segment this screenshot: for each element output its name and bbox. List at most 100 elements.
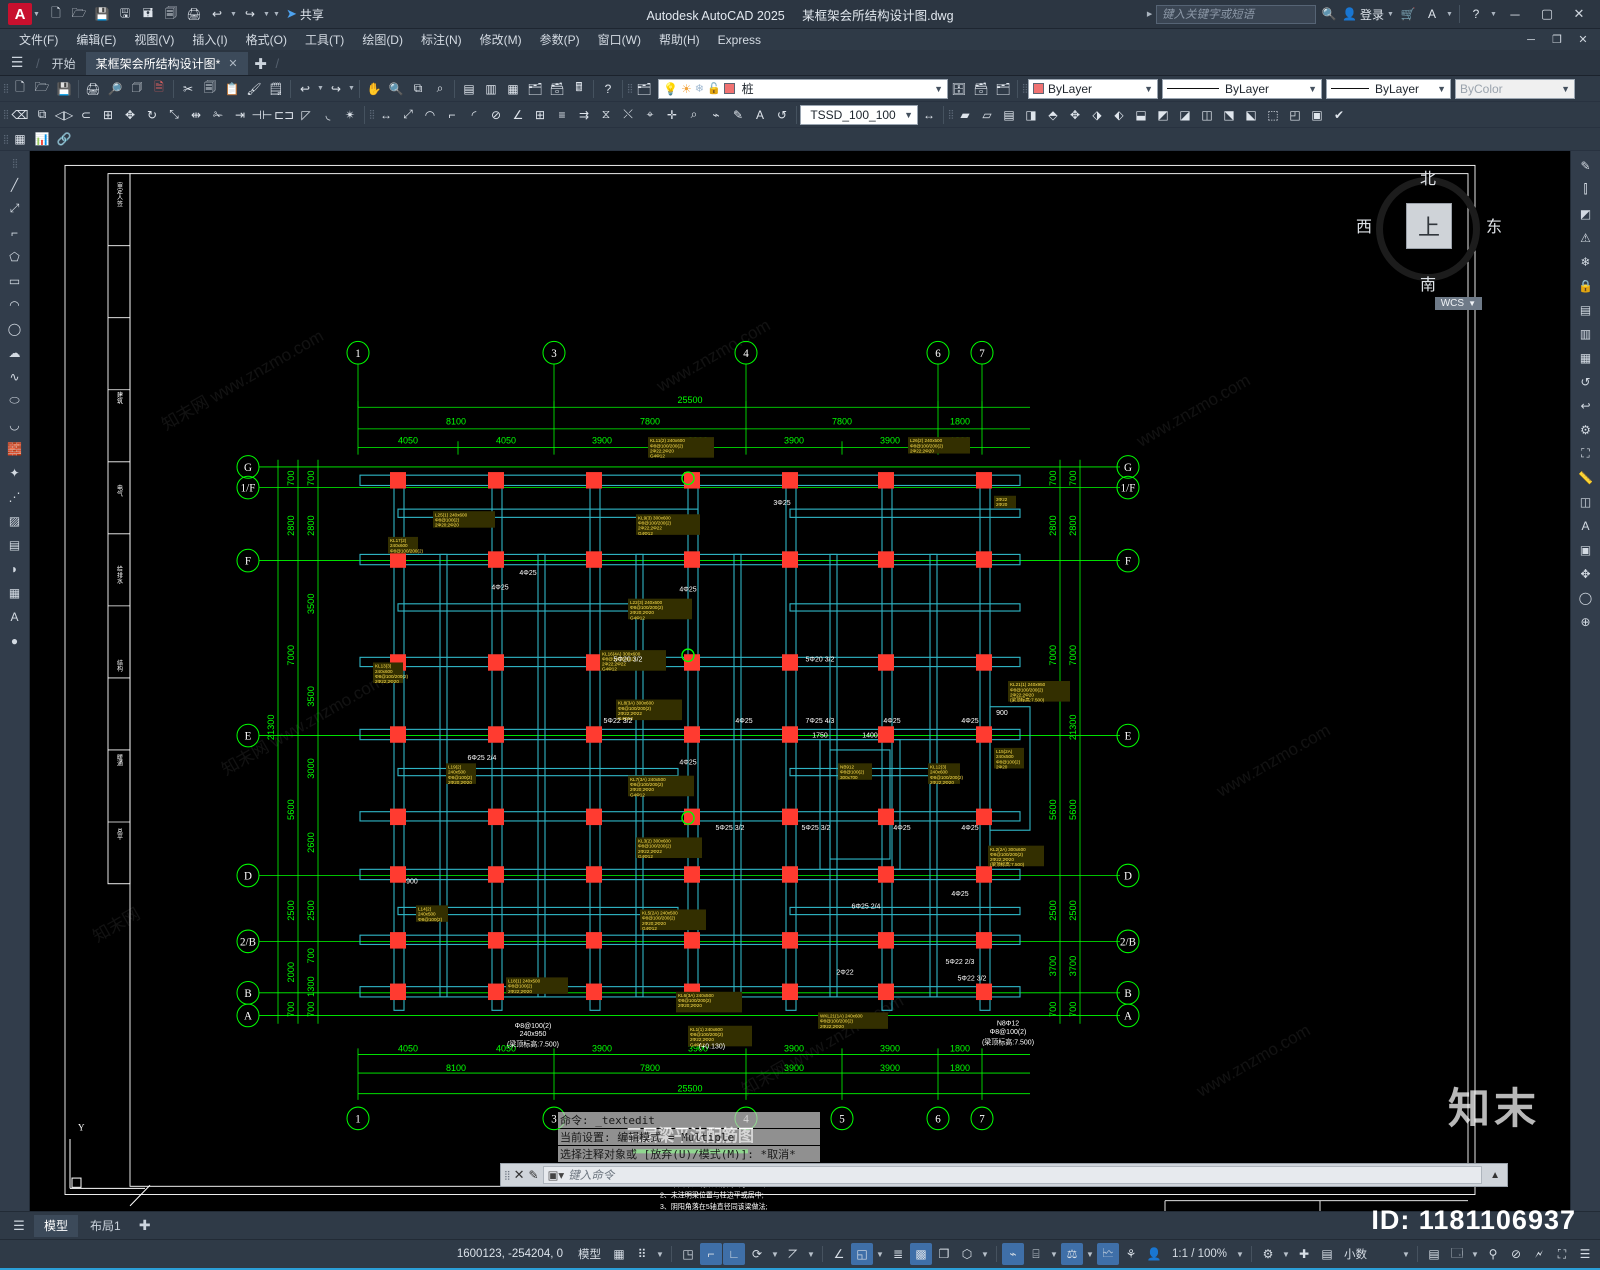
stretch-icon[interactable]: ⇹ — [185, 104, 207, 126]
polygon-icon[interactable]: ⬠ — [3, 245, 27, 268]
ucs-selector[interactable]: WCS ▼ — [1434, 297, 1482, 310]
3dosnap-dropdown-icon[interactable]: ▼ — [979, 1243, 991, 1265]
box-icon[interactable]: ▰ — [954, 104, 976, 126]
union-icon[interactable]: ▱ — [976, 104, 998, 126]
dim-ordinate-icon[interactable]: ⌐ — [441, 104, 463, 126]
markup-icon[interactable]: 🗃 — [546, 78, 568, 100]
ucs-dropdown-icon[interactable]: ▼ — [874, 1243, 886, 1265]
extend-icon[interactable]: ⇥ — [229, 104, 251, 126]
selection-cycling-toggle[interactable]: ❐ — [933, 1243, 955, 1265]
redo-icon[interactable]: ↪ — [239, 3, 261, 25]
compass-south-label[interactable]: 南 — [1420, 271, 1436, 295]
plot-icon[interactable]: 🖨 — [82, 78, 104, 100]
trim-icon[interactable]: ✁ — [207, 104, 229, 126]
offset-icon[interactable]: ⊂ — [75, 104, 97, 126]
compass-north-label[interactable]: 北 — [1420, 165, 1436, 189]
match-properties-icon[interactable]: 🖌 — [243, 78, 265, 100]
table-icon[interactable]: ▦ — [3, 581, 27, 604]
hardware-accel-icon[interactable]: 🗲 — [1528, 1243, 1550, 1265]
calculator-icon[interactable]: 🖩 — [568, 78, 590, 100]
undo-icon[interactable]: ↩ — [294, 78, 316, 100]
layer-match-icon[interactable]: ↺ — [1574, 370, 1598, 393]
scale-dropdown-icon[interactable]: ▼ — [1234, 1243, 1246, 1265]
menu-window[interactable]: 窗口(W) — [589, 31, 650, 48]
explode-icon[interactable]: ✴ — [339, 104, 361, 126]
layer-color-swatch[interactable] — [723, 83, 735, 94]
lock-ui-icon[interactable]: 🗔 — [1446, 1243, 1468, 1265]
slice-icon[interactable]: ◩ — [1152, 104, 1174, 126]
cut-icon[interactable]: ✂ — [177, 78, 199, 100]
dim-break-icon[interactable]: ⤬ — [617, 104, 639, 126]
inspect-icon[interactable]: ⌕ — [683, 104, 705, 126]
layer-state-icon[interactable]: 🗃 — [970, 78, 992, 100]
dynamic-input-toggle[interactable]: ⌁ — [1002, 1243, 1025, 1265]
plot-preview-icon[interactable]: 🔎 — [104, 78, 126, 100]
tab-model[interactable]: 模型 — [34, 1214, 79, 1237]
menu-view[interactable]: 视图(V) — [125, 31, 183, 48]
toolbar-grip-3[interactable]: ⣿ — [2, 130, 10, 148]
autoscale-dropdown-icon[interactable]: ▼ — [1084, 1243, 1096, 1265]
draw-toolbar-grip[interactable]: ⣿ — [11, 154, 19, 172]
status-menu-icon[interactable]: ☰ — [1574, 1243, 1596, 1265]
express-tools-icon[interactable]: ◫ — [1574, 490, 1598, 513]
join-icon[interactable]: ⊏⊐ — [273, 104, 295, 126]
line-icon[interactable]: ╱ — [3, 173, 27, 196]
customization-icon[interactable]: ✚ — [1293, 1243, 1315, 1265]
units-dropdown-icon[interactable]: ▼ — [1400, 1243, 1412, 1265]
logo-dropdown-icon[interactable]: ▼ — [32, 11, 41, 18]
lineweight-display-toggle[interactable]: ≣ — [887, 1243, 909, 1265]
dim-toolbar-grip[interactable]: ⣿ — [368, 106, 376, 124]
copy-object-icon[interactable]: ⧉ — [31, 104, 53, 126]
dim-space-icon[interactable]: ⧖ — [595, 104, 617, 126]
erase-icon[interactable]: ⌫ — [9, 104, 31, 126]
share-button[interactable]: ➤ 共享 — [286, 6, 324, 23]
layer-isolate-icon[interactable]: ◩ — [1574, 202, 1598, 225]
tab-layout1[interactable]: 布局1 — [80, 1215, 131, 1237]
dim-arclength-icon[interactable]: ◠ — [419, 104, 441, 126]
dim-baseline-icon[interactable]: ≡ — [551, 104, 573, 126]
insert-block-icon[interactable]: 🧱 — [3, 437, 27, 460]
solids-toolbar-grip[interactable]: ⣿ — [947, 106, 955, 124]
customize-icon[interactable]: ✎ — [529, 1168, 539, 1182]
layer-merge-icon[interactable]: ▤ — [1574, 298, 1598, 321]
window-minimize-button[interactable]: ─ — [1500, 1, 1530, 28]
polyline-icon[interactable]: ⌐ — [3, 221, 27, 244]
open-cloud-icon[interactable]: 🗐 — [160, 3, 182, 25]
dim-quick-icon[interactable]: ⊞ — [529, 104, 551, 126]
3darray-icon[interactable]: ▣ — [1306, 104, 1328, 126]
new-tab-icon[interactable]: ✚ — [248, 52, 274, 75]
units-selector[interactable]: 小数 — [1339, 1243, 1399, 1265]
linetype-control[interactable]: ByLayer ▼ — [1162, 78, 1322, 99]
window-maximize-button[interactable]: ▢ — [1532, 1, 1562, 28]
3dmove-icon[interactable]: ⬕ — [1240, 104, 1262, 126]
jogged-linear-icon[interactable]: ⌁ — [705, 104, 727, 126]
menu-tools[interactable]: 工具(T) — [296, 31, 353, 48]
help-icon[interactable]: ? — [1465, 3, 1487, 25]
graphics-performance-icon[interactable]: ⊘ — [1505, 1243, 1527, 1265]
layer-lock-icon[interactable]: 🔒 — [1574, 274, 1598, 297]
layer-thaw-icon[interactable]: ☀ — [681, 82, 692, 96]
open-icon[interactable]: 🗁 — [31, 78, 53, 100]
search-icon[interactable]: 🔍 — [1318, 3, 1340, 25]
menu-dimension[interactable]: 标注(N) — [412, 31, 471, 48]
scale-icon[interactable]: ⤡ — [163, 104, 185, 126]
chevron-down-icon[interactable]: ▼ — [1437, 84, 1446, 94]
grid-toggle[interactable]: ▦ — [608, 1243, 630, 1265]
chevron-down-icon[interactable]: ▼ — [904, 110, 913, 120]
dim-edit-icon[interactable]: ✎ — [727, 104, 749, 126]
isolate-objects-icon[interactable]: ⚲ — [1482, 1243, 1504, 1265]
properties-icon[interactable]: ▤ — [458, 78, 480, 100]
gradient-icon[interactable]: ▤ — [3, 533, 27, 556]
fillet-icon[interactable]: ◟ — [317, 104, 339, 126]
redo-icon[interactable]: ↪ — [325, 78, 347, 100]
coordinates-display[interactable]: 1600123, -254204, 0 — [449, 1248, 571, 1260]
undo-dropdown-icon[interactable]: ▼ — [229, 11, 238, 18]
help-dropdown-icon[interactable]: ▼ — [1489, 11, 1498, 18]
doc-minimize-button[interactable]: ─ — [1518, 30, 1544, 50]
3drotate-icon[interactable]: ⬚ — [1262, 104, 1284, 126]
3dcheck-icon[interactable]: ✔ — [1328, 104, 1350, 126]
transparency-display-toggle[interactable]: ▩ — [910, 1243, 933, 1265]
presspull-icon[interactable]: ✥ — [1064, 104, 1086, 126]
layer-make-current-icon[interactable]: 🗂 — [992, 78, 1014, 100]
copy-icon[interactable]: 🗐 — [199, 78, 221, 100]
